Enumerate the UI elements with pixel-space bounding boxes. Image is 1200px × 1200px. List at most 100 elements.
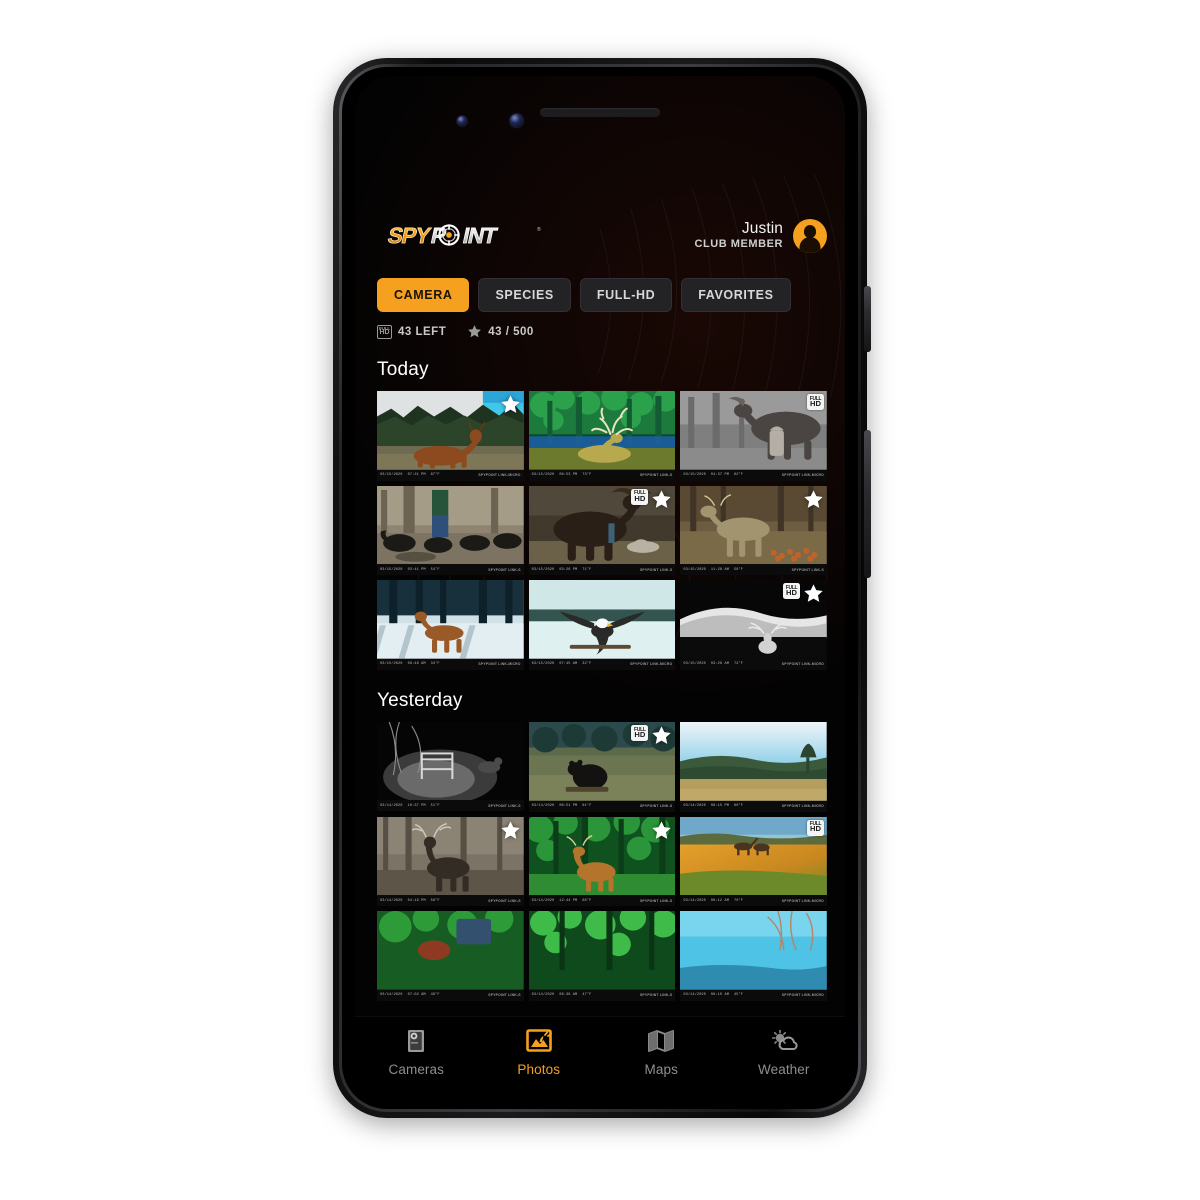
photo-date: 03/14/2020 [531,993,555,998]
badges-t3: FULL HD [807,394,824,410]
photo-temp: 51°F [430,803,440,808]
timestamp-bar-y2: 03/14/2020 08:51 PM 61°F SPYPOINT LINK-S [528,800,676,812]
favorite-star-icon[interactable] [651,489,672,510]
favorite-star-icon[interactable] [651,820,672,841]
full-hd-icon: FULL HD [377,324,392,339]
timestamp-bar-t5: 03/15/2020 03:26 PM 71°F SPYPOINT LINK-S [528,564,676,576]
filter-tabs: CAMERA SPECIES FULL-HD FAVORITES [355,268,845,312]
photo-thumb-t7[interactable]: 03/15/2020 09:48 AM 34°F SPYPOINT LINK-M… [377,580,524,670]
nav-item-photos[interactable]: Photos [478,1027,601,1077]
photo-time: 08:12 AM [710,898,729,903]
spypoint-logo: SPY P INT ® [377,223,545,249]
timestamp-bar-y5: 03/14/2020 12:44 PM 66°F SPYPOINT LINK-S [528,895,676,907]
timestamp-bar-t9: 03/15/2020 03:28 AM 72°F SPYPOINT LINK-M… [680,658,827,670]
photo-temp: 72°F [733,662,743,667]
photo-watermark: SPYPOINT LINK-S [639,993,673,998]
photo-watermark: SPYPOINT LINK-MICRO [478,662,521,667]
photo-time: 04:37 PM [710,473,729,478]
hd-counter: FULL HD 43 LEFT [377,324,446,339]
photo-thumb-y8[interactable]: 03/14/2020 06:38 AM 47°F SPYPOINT LINK-S [528,911,676,1001]
photo-thumb-y1[interactable]: 03/14/2020 10:37 PM 51°F SPYPOINT LINK-S [377,721,524,812]
photo-thumb-t9[interactable]: FULL HD 03/15/2020 03:28 AM 72°F SPYPOIN… [680,580,827,670]
user-account-block[interactable]: Justin CLUB MEMBER [694,219,827,253]
photo-thumb-y9[interactable]: 03/14/2020 06:10 AM 45°F SPYPOINT LINK-M… [680,911,827,1001]
earpiece-speaker [540,108,660,117]
user-role: CLUB MEMBER [694,238,783,251]
app-header: SPY P INT ® Justin CLUB MEMBER [355,204,845,268]
photo-date: 03/14/2020 [380,803,403,808]
photo-watermark: SPYPOINT LINK-MICRO [781,473,824,478]
badges-t5: FULL HD [631,488,672,510]
favorite-star-icon[interactable] [803,489,824,510]
photo-thumb-t3[interactable]: FULL HD 03/15/2020 04:37 PM 62°F SPYPOIN… [680,391,827,481]
photo-temp: 47°F [582,993,592,998]
full-hd-badge-icon: FULL HD [807,394,824,410]
photo-temp: 70°F [733,898,743,903]
volume-button[interactable] [864,430,871,578]
photo-date: 03/15/2020 [380,567,403,572]
favorite-star-icon[interactable] [803,583,824,604]
photo-date: 03/15/2020 [380,662,403,667]
photo-image-t7 [377,580,524,659]
nav-item-cameras[interactable]: Cameras [355,1027,478,1077]
filter-chip-camera[interactable]: CAMERA [377,278,470,312]
favorites-counter-label: 43 / 500 [488,325,534,338]
phone-device-frame: SPY P INT ® Justin CLUB MEMBER CAMERA SP… [333,58,871,1118]
photo-thumb-y7[interactable]: 03/14/2020 07:02 AM 49°F SPYPOINT LINK-S [377,911,524,1001]
photo-grid-today: 03/15/2020 07:21 PM 67°F SPYPOINT LINK-M… [377,391,827,670]
photo-watermark: SPYPOINT LINK-MICRO [781,804,824,808]
photo-image-t2 [528,391,676,470]
photo-time: 07:45 AM [559,662,578,667]
photo-thumb-t6[interactable]: 03/15/2020 11:28 AM 58°F SPYPOINT LINK-S [680,485,827,576]
photo-watermark: SPYPOINT LINK-S [639,567,673,572]
star-icon [468,325,482,338]
power-button[interactable] [864,286,871,352]
photo-feed[interactable]: Today 03/15/2020 07:21 PM 67°F SPYPOINT … [355,339,845,1016]
photo-temp: 58°F [430,898,440,903]
sun-cloud-icon [769,1027,799,1055]
photo-thumb-t5[interactable]: FULL HD 03/15/2020 03:26 PM 71°F SPYPOIN… [528,485,676,576]
photo-temp: 73°F [582,473,592,478]
photo-thumb-t4[interactable]: 03/15/2020 03:41 PM 54°F SPYPOINT LINK-S [377,485,524,576]
photo-thumb-t8[interactable]: 03/15/2020 07:45 AM 32°F SPYPOINT LINK-M… [528,580,676,670]
section-title-today: Today [377,359,429,380]
spypoint-app: SPY P INT ® Justin CLUB MEMBER CAMERA SP… [355,76,845,1100]
nav-label-weather: Weather [758,1062,810,1077]
filter-chip-favorites[interactable]: FAVORITES [681,278,791,312]
photo-watermark: SPYPOINT LINK-MICRO [630,662,673,667]
photo-thumb-t1[interactable]: 03/15/2020 07:21 PM 67°F SPYPOINT LINK-M… [377,391,524,481]
photo-thumb-y5[interactable]: 03/14/2020 12:44 PM 66°F SPYPOINT LINK-S [528,816,676,907]
section-title-yesterday: Yesterday [377,689,463,711]
photo-thumb-y6[interactable]: FULL HD 03/14/2020 08:12 AM 70°F SPYPOIN… [680,816,827,907]
timestamp-bar-t8: 03/15/2020 07:45 AM 32°F SPYPOINT LINK-M… [528,658,676,670]
photo-image-y6 [680,816,827,896]
photo-thumb-y2[interactable]: FULL HD 03/14/2020 08:51 PM 61°F SPYPOIN… [528,721,676,812]
photo-image-t3 [680,391,827,470]
avatar[interactable] [793,219,827,253]
timestamp-bar-t1: 03/15/2020 07:21 PM 67°F SPYPOINT LINK-M… [377,469,524,481]
photo-thumb-y4[interactable]: 03/14/2020 04:19 PM 58°F SPYPOINT LINK-S [377,816,524,907]
photo-time: 06:38 AM [559,993,578,998]
photo-image-y7 [377,911,524,990]
photo-watermark: SPYPOINT LINK-MICRO [781,898,824,903]
favorite-star-icon[interactable] [500,820,521,841]
phone-screen: SPY P INT ® Justin CLUB MEMBER CAMERA SP… [355,76,845,1100]
photo-image-t4 [377,485,524,565]
nav-item-maps[interactable]: Maps [600,1027,723,1077]
full-hd-badge-icon: FULL HD [783,583,800,600]
badges-t6 [803,489,824,510]
filter-chip-full-hd[interactable]: FULL-HD [579,278,673,312]
photo-watermark: SPYPOINT LINK-S [639,898,673,903]
photo-thumb-t2[interactable]: 03/15/2020 06:53 PM 73°F SPYPOINT LINK-S [528,391,676,481]
favorite-star-icon[interactable] [500,394,521,415]
photo-thumb-y3[interactable]: 03/14/2020 06:15 PM 60°F SPYPOINT LINK-M… [680,721,827,812]
nav-item-weather[interactable]: Weather [723,1027,846,1077]
favorite-star-icon[interactable] [651,725,672,746]
nav-label-maps: Maps [644,1062,678,1077]
photo-temp: 45°F [733,993,743,998]
counters-row: FULL HD 43 LEFT 43 / 500 [355,312,845,339]
photo-date: 03/15/2020 [380,473,403,478]
filter-chip-species[interactable]: SPECIES [478,278,571,312]
phone-rim: SPY P INT ® Justin CLUB MEMBER CAMERA SP… [339,64,861,1112]
timestamp-left-t1: 03/15/2020 07:21 PM 67°F [380,473,440,477]
